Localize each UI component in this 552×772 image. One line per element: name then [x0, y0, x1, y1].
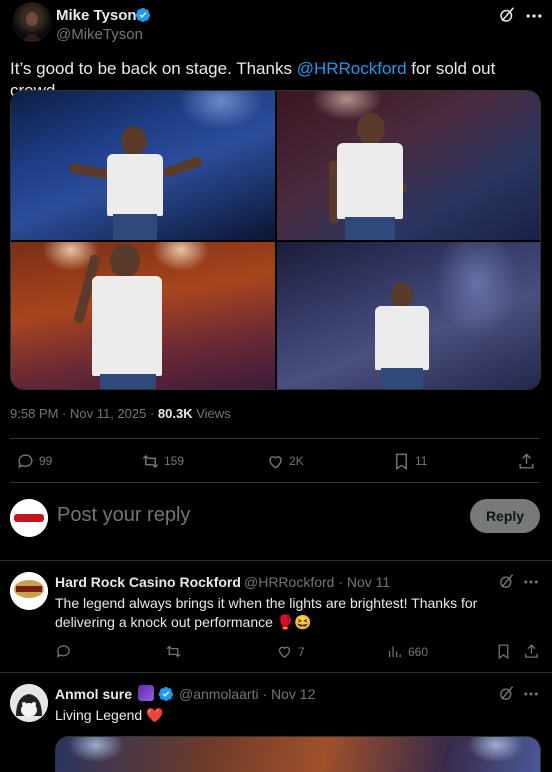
comment-share-button[interactable]	[523, 643, 540, 660]
post-time[interactable]: 9:58 PM · Nov 11, 2025 ·	[10, 406, 158, 421]
share-button[interactable]	[517, 451, 536, 471]
comment-author-name[interactable]: Hard Rock Casino Rockford	[55, 574, 241, 590]
author-avatar[interactable]	[12, 2, 52, 42]
comment-avatar[interactable]	[10, 572, 48, 610]
comment-repost-button[interactable]	[165, 643, 187, 660]
more-icon[interactable]	[522, 685, 540, 703]
share-icon	[517, 452, 536, 471]
like-icon	[276, 643, 293, 660]
repost-icon	[141, 452, 160, 471]
reply-button[interactable]: 99	[16, 451, 52, 471]
user-avatar[interactable]	[10, 499, 48, 537]
divider	[10, 438, 540, 439]
bookmark-icon	[495, 643, 512, 660]
views-count: 80.3K	[157, 406, 193, 421]
badge-icon	[138, 685, 154, 701]
comment-views-button[interactable]: 660	[386, 643, 428, 660]
comment-like-count: 7	[298, 644, 305, 659]
reply-icon	[55, 643, 72, 660]
reply-input[interactable]: Post your reply	[57, 504, 190, 527]
like-count: 2K	[289, 454, 304, 468]
comment-reply-button[interactable]	[55, 643, 72, 660]
views-label: Views	[192, 406, 231, 421]
post-text-before: It’s good to be back on stage. Thanks	[10, 59, 297, 78]
comment-author-handle[interactable]: @HRRockford · Nov 11	[244, 574, 390, 590]
comment-author-handle[interactable]: @anmolaarti · Nov 12	[179, 686, 315, 702]
verified-icon	[135, 7, 151, 23]
grok-icon[interactable]	[498, 685, 515, 702]
reply-count: 99	[39, 454, 53, 468]
repost-count: 159	[164, 454, 185, 468]
photo-2[interactable]	[277, 91, 540, 240]
author-handle[interactable]: @MikeTyson	[56, 26, 143, 43]
photo-4[interactable]	[277, 242, 540, 389]
grok-icon[interactable]	[498, 573, 515, 590]
repost-button[interactable]: 159	[141, 451, 184, 471]
share-icon	[523, 643, 540, 660]
comment-author-name[interactable]: Anmol sure	[55, 686, 132, 702]
photo-1[interactable]	[11, 91, 275, 240]
divider	[10, 482, 540, 483]
bookmark-button[interactable]: 11	[392, 451, 427, 471]
comment-bookmark-button[interactable]	[495, 643, 512, 660]
grok-icon[interactable]	[498, 6, 516, 24]
comment-text: The legend always brings it when the lig…	[55, 595, 478, 630]
photo-3[interactable]	[11, 242, 275, 389]
comment-views-count: 660	[408, 644, 429, 659]
author-name[interactable]: Mike Tyson	[56, 7, 137, 24]
repost-icon	[165, 643, 182, 660]
views-icon	[386, 643, 403, 660]
comment-media[interactable]	[55, 736, 541, 772]
like-icon	[266, 452, 285, 471]
comment-text: Living Legend ❤️	[55, 707, 164, 723]
like-button[interactable]: 2K	[266, 451, 304, 471]
divider	[0, 560, 552, 561]
reply-icon	[16, 452, 35, 471]
divider	[0, 672, 552, 673]
bookmark-icon	[392, 452, 411, 471]
post-meta: 9:58 PM · Nov 11, 2025 · 80.3K Views	[10, 406, 231, 421]
mention-link[interactable]: @HRRockford	[297, 59, 407, 78]
bookmark-count: 11	[415, 454, 428, 468]
more-icon[interactable]	[522, 573, 540, 591]
comment-like-button[interactable]: 7	[276, 643, 305, 660]
comment-avatar[interactable]	[10, 684, 48, 722]
media-grid	[10, 90, 541, 390]
verified-icon	[158, 686, 174, 702]
more-icon[interactable]	[524, 6, 544, 26]
reply-submit-button[interactable]: Reply	[470, 499, 540, 533]
